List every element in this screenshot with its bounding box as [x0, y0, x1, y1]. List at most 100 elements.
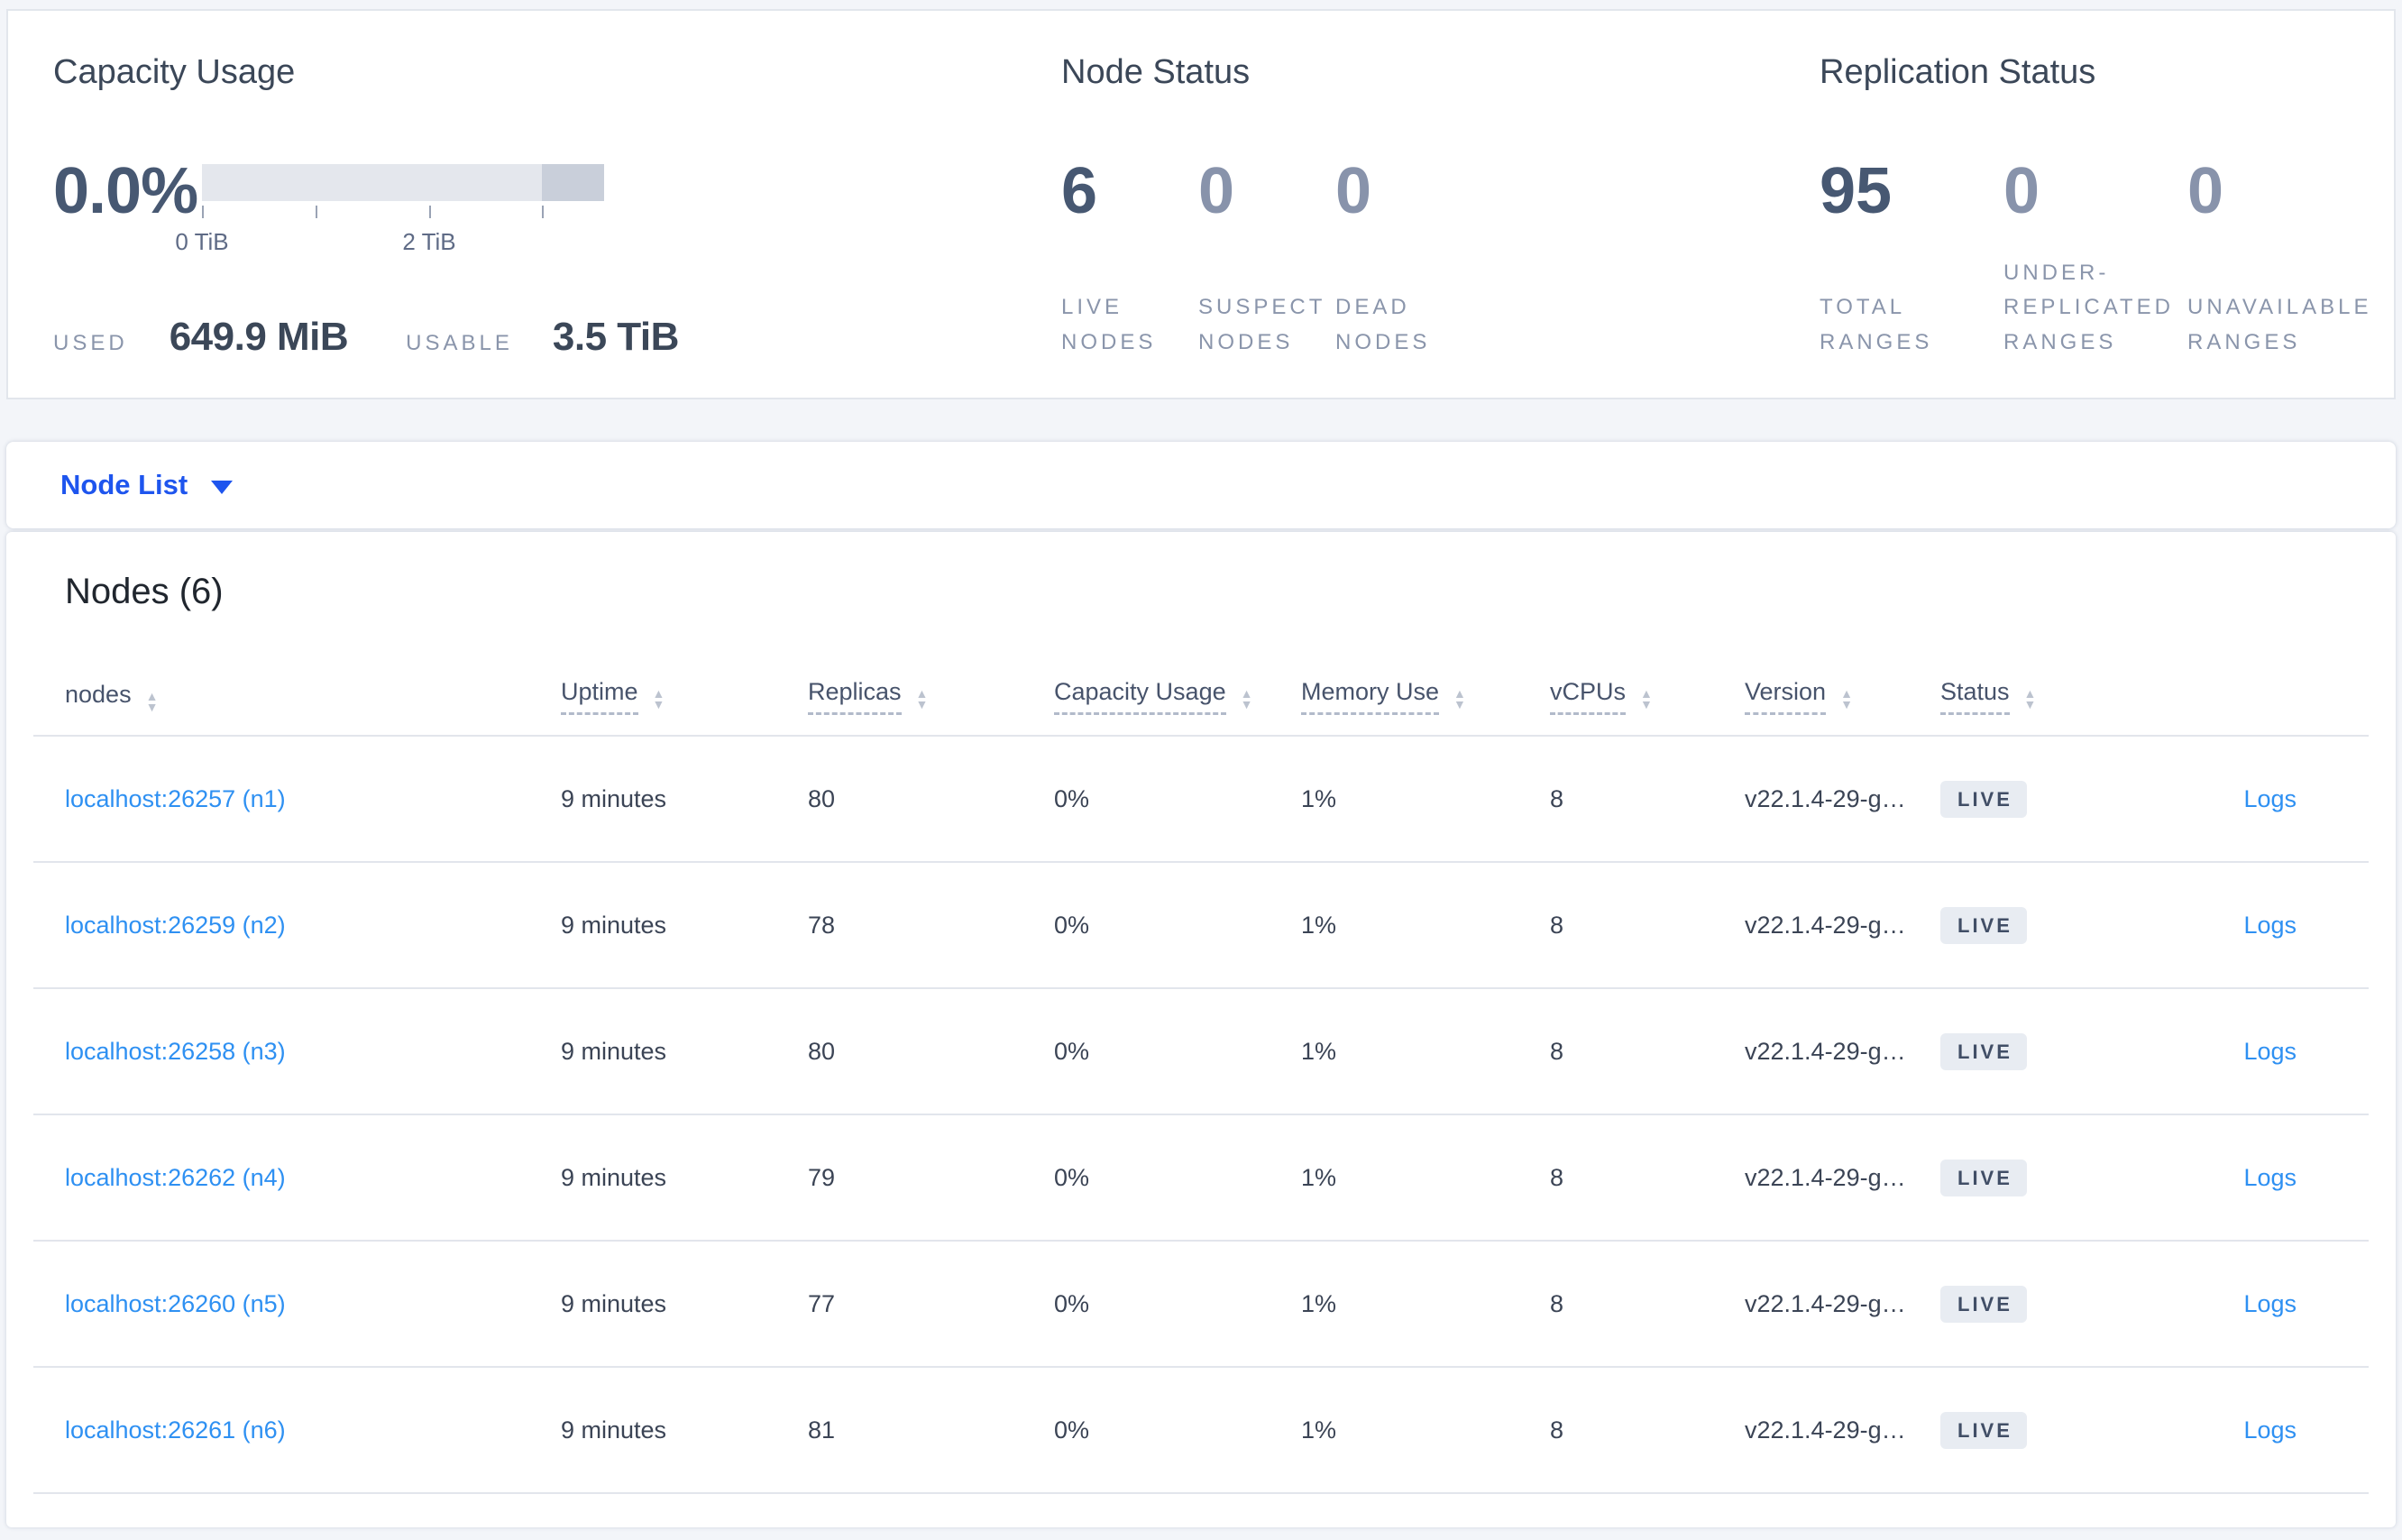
axis-tick — [315, 205, 317, 218]
axis-tick — [541, 205, 544, 218]
uptime-cell: 9 minutes — [561, 1037, 667, 1065]
sort-icon: ▲ ▼ — [1453, 686, 1466, 711]
column-header-vcpus[interactable]: vCPUs ▲ ▼ — [1518, 613, 1713, 736]
table-row: localhost:26259 (n2) 9 minutes 78 0% 1% … — [33, 862, 2369, 988]
capacity-usage-section: Capacity Usage 0.0% 0 TiB 2 TiB USED 649.… — [53, 52, 1061, 360]
capacity-usage-cell: 0% — [1054, 1163, 1090, 1191]
view-selector[interactable]: Node List — [6, 442, 2396, 528]
live-nodes-stat: 6 LIVE NODES — [1061, 159, 1198, 360]
column-header-capacity-usage[interactable]: Capacity Usage ▲ ▼ — [1022, 613, 1270, 736]
vcpus-cell: 8 — [1550, 784, 1564, 812]
logs-link[interactable]: Logs — [2243, 785, 2297, 812]
logs-link[interactable]: Logs — [2243, 1164, 2297, 1191]
replicas-cell: 77 — [808, 1289, 836, 1317]
nodes-table-title: Nodes (6) — [65, 572, 224, 611]
table-header-row: nodes ▲ ▼ Uptime ▲ ▼ Replicas ▲ ▼ Capacity Usa… — [33, 613, 2369, 736]
replicas-cell: 81 — [808, 1416, 836, 1444]
node-link[interactable]: localhost:26257 (n1) — [65, 785, 286, 812]
sort-icon: ▲ ▼ — [652, 686, 665, 711]
column-header-version[interactable]: Version ▲ ▼ — [1713, 613, 1909, 736]
memory-use-cell: 1% — [1301, 1289, 1337, 1317]
table-row: localhost:26258 (n3) 9 minutes 80 0% 1% … — [33, 988, 2369, 1114]
cluster-summary-card: Capacity Usage 0.0% 0 TiB 2 TiB USED 649.… — [6, 9, 2396, 399]
version-cell: v22.1.4-29-g… — [1745, 1289, 1906, 1317]
axis-tick — [202, 205, 204, 218]
memory-use-cell: 1% — [1301, 784, 1337, 812]
column-header-uptime[interactable]: Uptime ▲ ▼ — [529, 613, 776, 736]
memory-use-cell: 1% — [1301, 1416, 1337, 1444]
capacity-bar-segment — [541, 163, 604, 201]
sort-icon: ▲ ▼ — [915, 686, 929, 711]
capacity-bar-track — [202, 163, 604, 201]
vcpus-cell: 8 — [1550, 1289, 1564, 1317]
table-row: localhost:26257 (n1) 9 minutes 80 0% 1% … — [33, 736, 2369, 862]
column-header-logs — [2125, 613, 2369, 736]
node-link[interactable]: localhost:26258 (n3) — [65, 1038, 286, 1065]
table-row: localhost:26261 (n6) 9 minutes 81 0% 1% … — [33, 1367, 2369, 1493]
column-header-replicas[interactable]: Replicas ▲ ▼ — [776, 613, 1022, 736]
unavailable-ranges-stat: 0 UNAVAILABLE RANGES — [2187, 159, 2371, 360]
vcpus-cell: 8 — [1550, 1163, 1564, 1191]
version-cell: v22.1.4-29-g… — [1745, 1037, 1906, 1065]
used-label: USED — [53, 331, 128, 355]
logs-link[interactable]: Logs — [2243, 1038, 2297, 1065]
sort-icon: ▲ ▼ — [1640, 686, 1653, 711]
vcpus-cell: 8 — [1550, 911, 1564, 939]
logs-link[interactable]: Logs — [2243, 912, 2297, 939]
suspect-nodes-label: SUSPECT NODES — [1198, 295, 1325, 354]
capacity-usage-cell: 0% — [1054, 1289, 1090, 1317]
logs-link[interactable]: Logs — [2243, 1290, 2297, 1317]
vcpus-cell: 8 — [1550, 1416, 1564, 1444]
version-cell: v22.1.4-29-g… — [1745, 1163, 1906, 1191]
view-selector-label[interactable]: Node List — [60, 469, 188, 501]
node-status-title: Node Status — [1061, 53, 1251, 91]
replicas-cell: 80 — [808, 784, 836, 812]
suspect-nodes-value: 0 — [1198, 154, 1235, 227]
version-cell: v22.1.4-29-g… — [1745, 784, 1906, 812]
used-value: 649.9 MiB — [169, 315, 349, 359]
logs-link[interactable]: Logs — [2243, 1416, 2297, 1444]
memory-use-cell: 1% — [1301, 911, 1337, 939]
sort-icon: ▲ ▼ — [1840, 686, 1853, 711]
axis-tick-label: 2 TiB — [402, 227, 456, 255]
column-header-status[interactable]: Status ▲ ▼ — [1909, 613, 2125, 736]
dead-nodes-label: DEAD NODES — [1335, 295, 1431, 354]
caret-down-icon — [211, 480, 234, 494]
under-replicated-ranges-stat: 0 UNDER-REPLICATED RANGES — [2003, 159, 2187, 360]
node-link[interactable]: localhost:26262 (n4) — [65, 1164, 286, 1191]
under-replicated-ranges-label: UNDER-REPLICATED RANGES — [2003, 260, 2174, 354]
axis-tick — [428, 205, 431, 218]
sort-icon: ▲ ▼ — [2023, 686, 2037, 711]
status-badge: LIVE — [1940, 780, 2027, 818]
nodes-table-card: Nodes (6) nodes ▲ ▼ Uptime ▲ ▼ Replicas ▲ ▼ Ca… — [6, 532, 2396, 1527]
vcpus-cell: 8 — [1550, 1037, 1564, 1065]
uptime-cell: 9 minutes — [561, 1289, 667, 1317]
node-link[interactable]: localhost:26259 (n2) — [65, 912, 286, 939]
memory-use-cell: 1% — [1301, 1163, 1337, 1191]
total-ranges-value: 95 — [1820, 154, 1893, 227]
capacity-usage-cell: 0% — [1054, 784, 1090, 812]
column-header-nodes[interactable]: nodes ▲ ▼ — [33, 613, 529, 736]
capacity-usage-cell: 0% — [1054, 911, 1090, 939]
replicas-cell: 79 — [808, 1163, 836, 1191]
total-ranges-label: TOTAL RANGES — [1820, 295, 1933, 354]
node-link[interactable]: localhost:26260 (n5) — [65, 1290, 286, 1317]
capacity-bar-axis: 0 TiB 2 TiB — [175, 201, 604, 264]
live-nodes-value: 6 — [1061, 154, 1098, 227]
status-badge: LIVE — [1940, 1285, 2027, 1323]
suspect-nodes-stat: 0 SUSPECT NODES — [1198, 159, 1335, 360]
capacity-percent-value: 0.0% — [53, 154, 198, 227]
version-cell: v22.1.4-29-g… — [1745, 911, 1906, 939]
axis-tick-label: 0 TiB — [175, 227, 229, 255]
unavailable-ranges-value: 0 — [2187, 154, 2224, 227]
node-link[interactable]: localhost:26261 (n6) — [65, 1416, 286, 1444]
node-status-section: Node Status 6 LIVE NODES 0 SUSPECT NODES… — [1061, 52, 1820, 360]
dead-nodes-value: 0 — [1335, 154, 1372, 227]
table-row: localhost:26262 (n4) 9 minutes 79 0% 1% … — [33, 1114, 2369, 1241]
uptime-cell: 9 minutes — [561, 1163, 667, 1191]
replicas-cell: 80 — [808, 1037, 836, 1065]
column-header-memory-use[interactable]: Memory Use ▲ ▼ — [1270, 613, 1518, 736]
unavailable-ranges-label: UNAVAILABLE RANGES — [2187, 295, 2372, 354]
memory-use-cell: 1% — [1301, 1037, 1337, 1065]
uptime-cell: 9 minutes — [561, 1416, 667, 1444]
